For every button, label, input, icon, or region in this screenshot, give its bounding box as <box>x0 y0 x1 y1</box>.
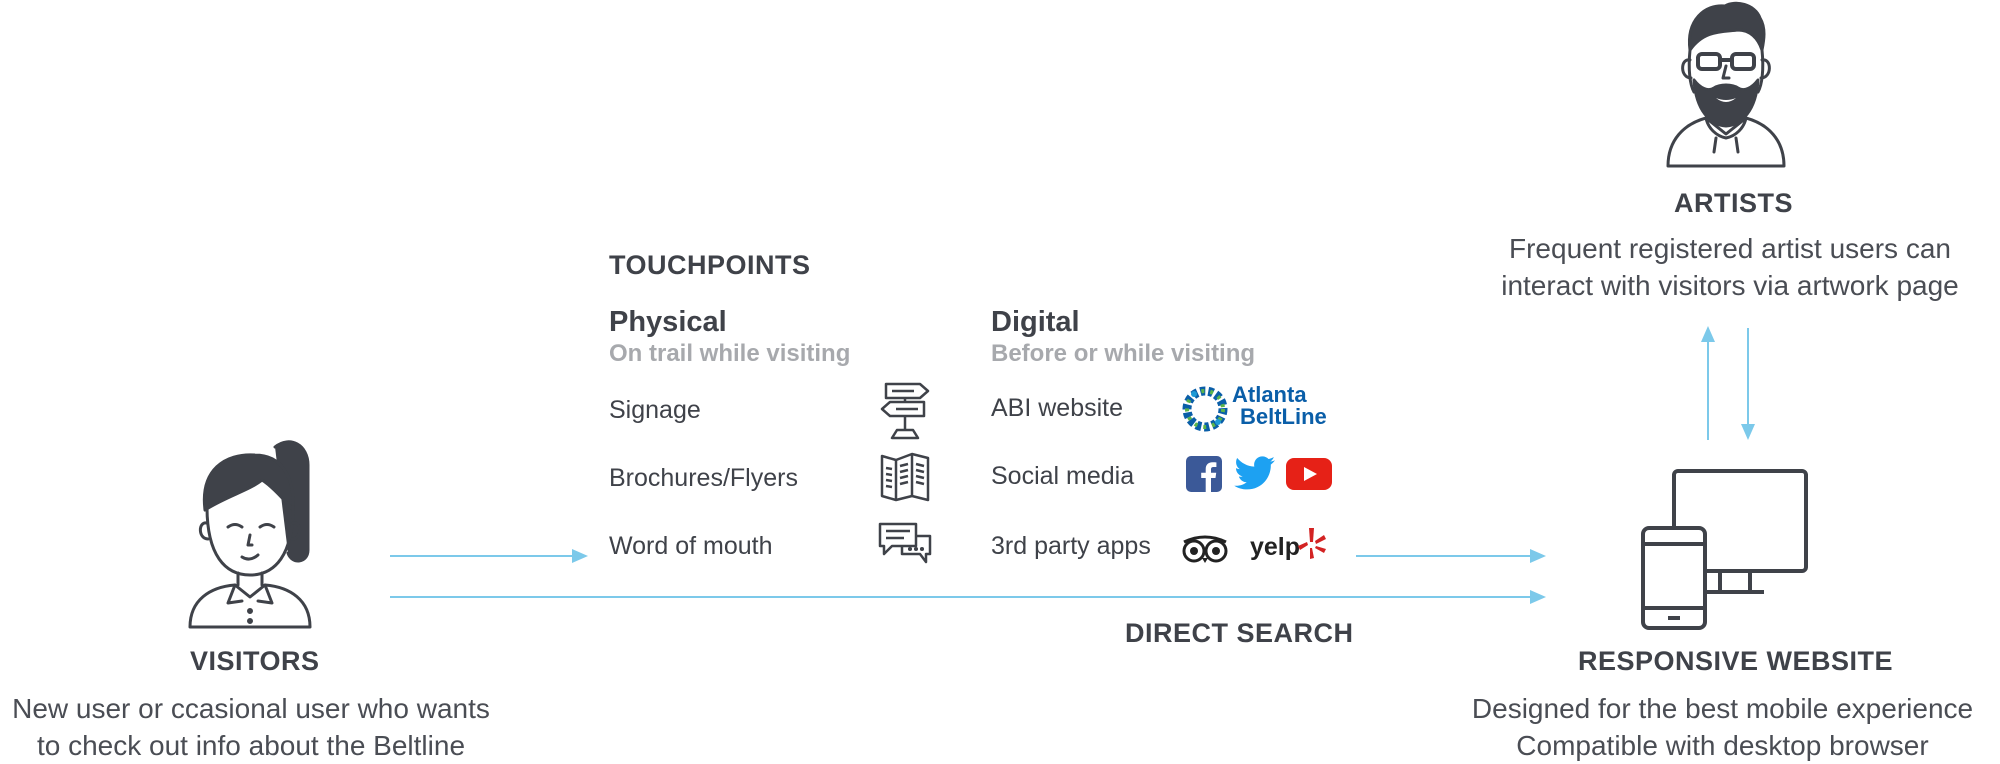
visitors-description: New user or ccasional user who wants to … <box>0 690 502 764</box>
beltline-logo-text-beltline: BeltLine <box>1240 404 1327 429</box>
physical-subtitle: On trail while visiting <box>609 340 851 367</box>
artists-heading: ARTISTS <box>1674 188 1794 218</box>
physical-item-word-of-mouth: Word of mouth <box>609 532 773 560</box>
visitors-description-line1: New user or ccasional user who wants <box>12 693 490 724</box>
direct-search-arrow <box>390 590 1546 604</box>
brochure-icon <box>880 452 930 502</box>
touchpoints-to-website-arrow <box>1356 549 1546 563</box>
physical-item-brochures: Brochures/Flyers <box>609 464 798 492</box>
digital-item-third-party-apps: 3rd party apps <box>991 532 1151 560</box>
chat-bubbles-icon <box>878 522 932 566</box>
digital-item-abi-website: ABI website <box>991 394 1124 422</box>
atlanta-beltline-logo: Atlanta BeltLine <box>1180 384 1340 434</box>
artists-description-line1: Frequent registered artist users can <box>1509 233 1951 264</box>
website-description-line2: Compatible with desktop browser <box>1516 730 1929 761</box>
visitor-avatar-icon <box>180 435 320 630</box>
digital-item-social-media: Social media <box>991 462 1135 490</box>
artists-to-website-arrow <box>1741 328 1755 440</box>
youtube-icon[interactable] <box>1286 458 1332 490</box>
website-description-line1: Designed for the best mobile experience <box>1471 693 1974 724</box>
artists-description: Frequent registered artist users can int… <box>1470 230 1990 304</box>
digital-title: Digital <box>991 306 1080 338</box>
website-to-artists-arrow <box>1701 326 1715 440</box>
touchpoints-heading: TOUCHPOINTS <box>609 250 811 280</box>
digital-subtitle: Before or while visiting <box>991 340 1256 367</box>
visitors-description-line2: to check out info about the Beltline <box>36 730 466 761</box>
yelp-burst-icon <box>1298 528 1326 559</box>
artists-description-line2: interact with visitors via artwork page <box>1501 270 1959 301</box>
beltline-logo-text-atlanta: Atlanta <box>1232 382 1307 407</box>
visitors-heading: VISITORS <box>190 646 320 676</box>
physical-title: Physical <box>609 306 727 338</box>
responsive-devices-icon <box>1640 468 1810 632</box>
direct-search-label: DIRECT SEARCH <box>1125 618 1354 648</box>
visitors-to-touchpoints-arrow <box>390 549 588 563</box>
facebook-icon[interactable] <box>1186 456 1222 492</box>
physical-item-signage: Signage <box>609 396 701 424</box>
beltline-ring-icon <box>1182 386 1228 432</box>
yelp-logo-text: yelp <box>1250 533 1301 561</box>
yelp-logo[interactable]: yelp <box>1250 526 1330 566</box>
artist-avatar-icon <box>1660 0 1790 168</box>
twitter-icon[interactable] <box>1234 456 1276 492</box>
website-heading: RESPONSIVE WEBSITE <box>1578 646 1894 676</box>
website-description: Designed for the best mobile experience … <box>1450 690 1995 764</box>
signpost-icon <box>878 380 932 440</box>
tripadvisor-icon[interactable] <box>1180 534 1230 564</box>
